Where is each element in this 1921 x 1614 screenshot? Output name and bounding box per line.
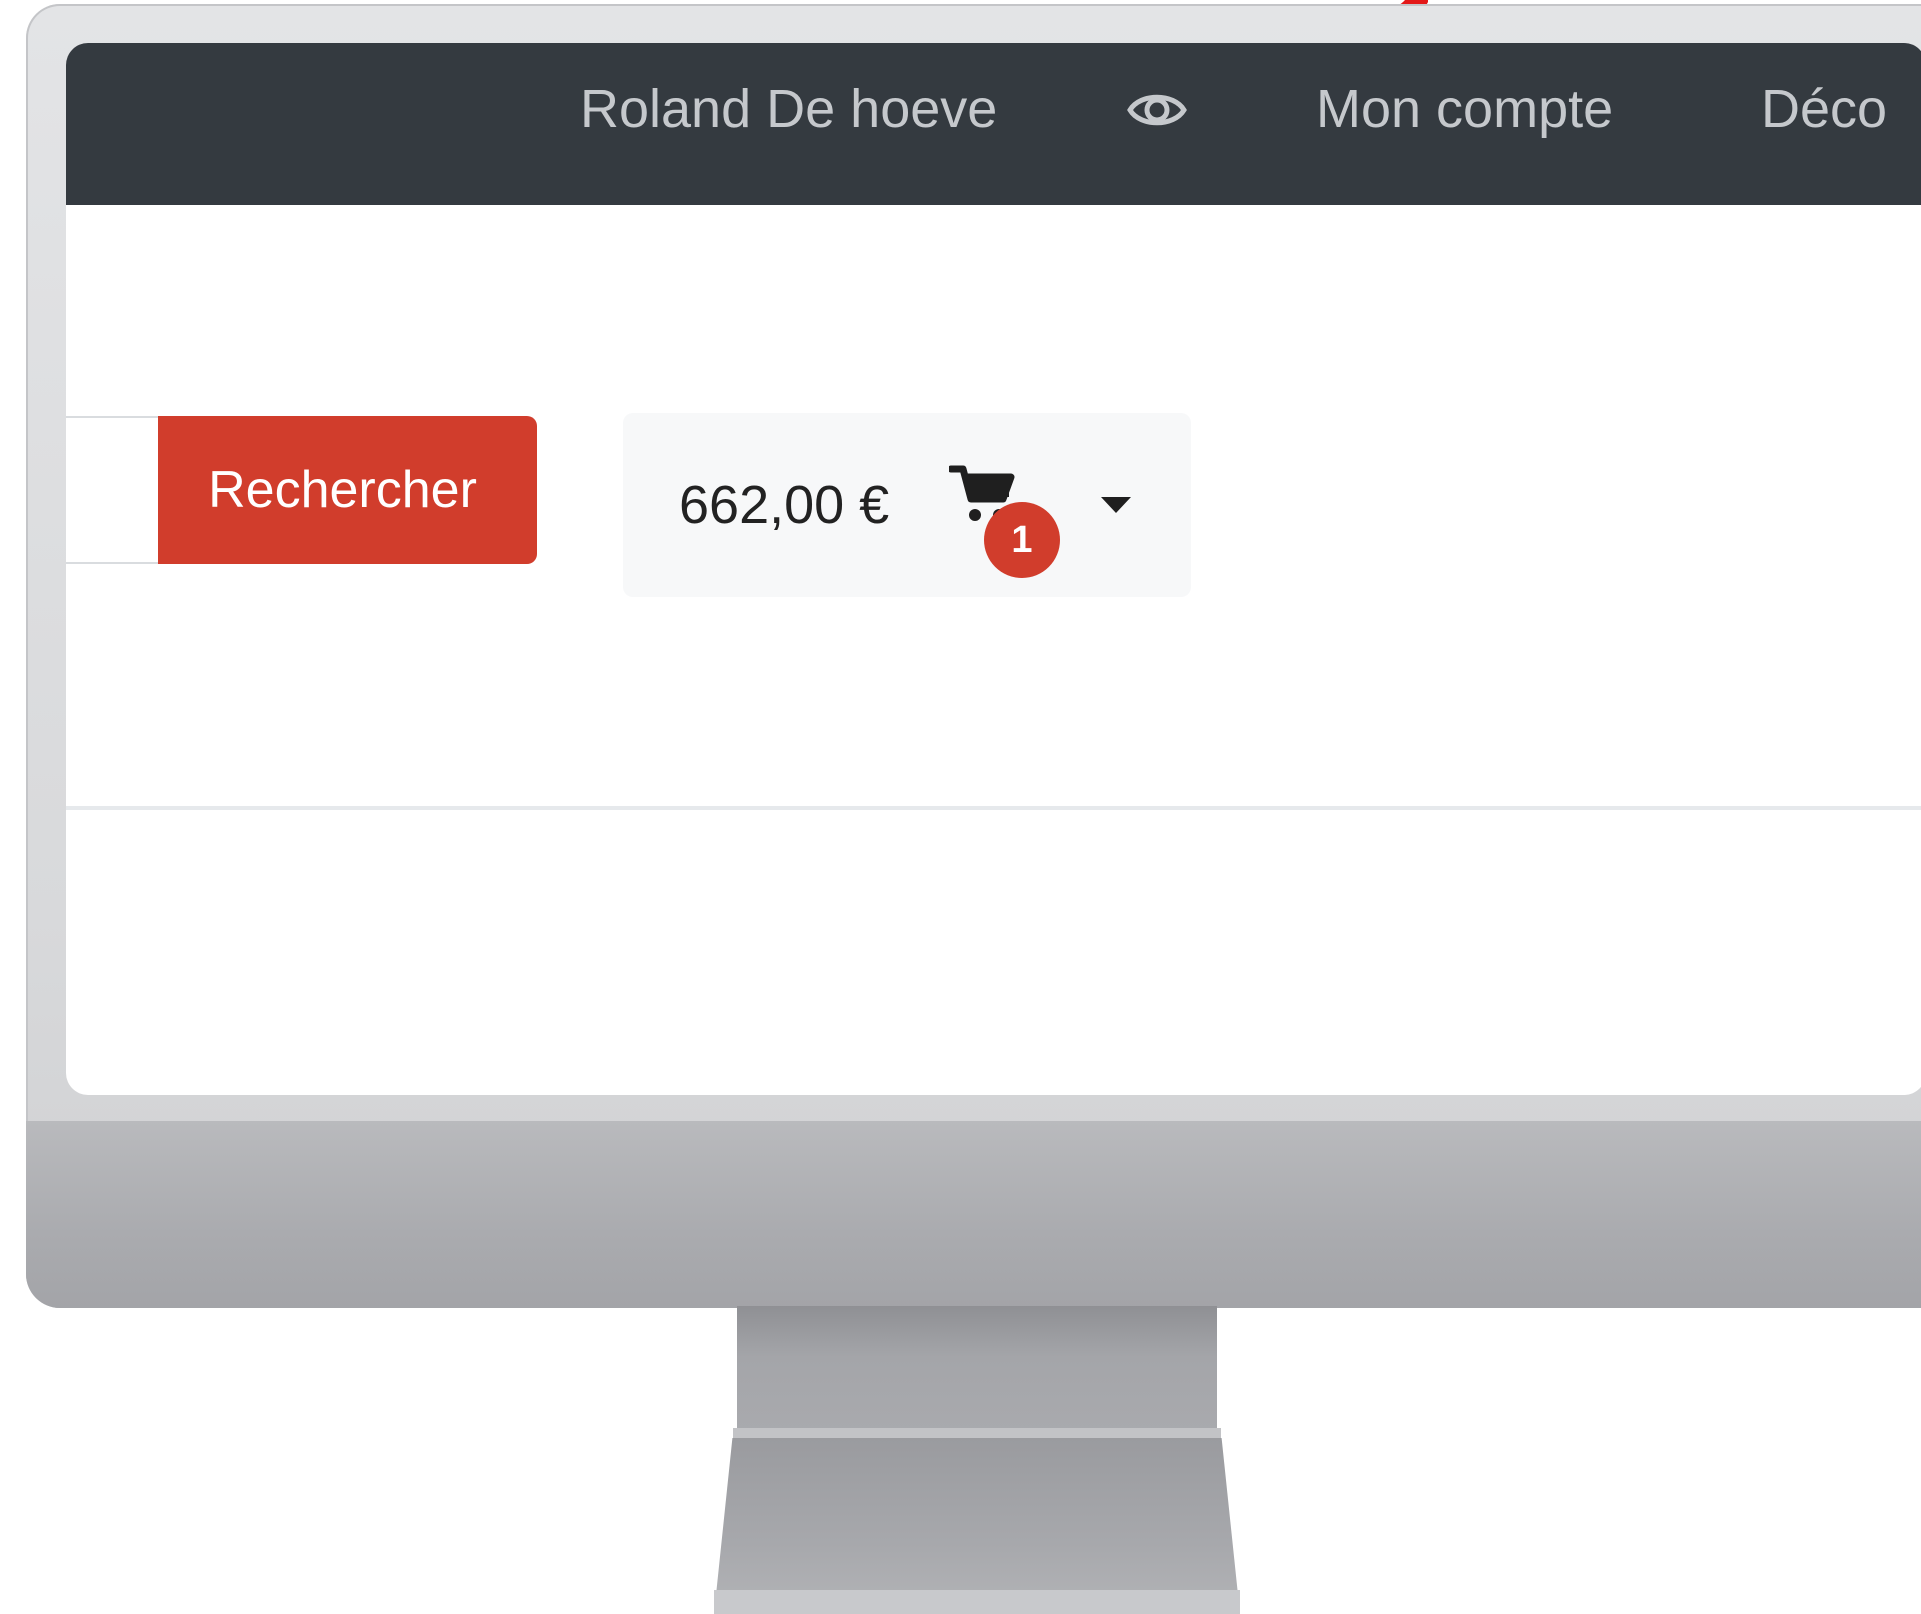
cart-count-badge: 1 bbox=[984, 502, 1060, 578]
screen: Roland De hoeve Mon compte Déco Recherch… bbox=[66, 43, 1921, 1095]
top-navbar: Roland De hoeve Mon compte Déco bbox=[66, 43, 1921, 205]
content-divider bbox=[66, 806, 1921, 810]
eye-icon[interactable] bbox=[1126, 79, 1188, 141]
account-link[interactable]: Mon compte bbox=[1316, 43, 1613, 205]
monitor-stand-joint bbox=[733, 1428, 1221, 1438]
cart-total: 662,00 € bbox=[679, 475, 890, 535]
user-name-link[interactable]: Roland De hoeve bbox=[580, 43, 997, 205]
caret-down-icon[interactable] bbox=[1099, 495, 1133, 515]
monitor-stand-base bbox=[714, 1590, 1240, 1614]
monitor-body: Roland De hoeve Mon compte Déco Recherch… bbox=[26, 4, 1921, 1308]
monitor-chin bbox=[26, 1121, 1921, 1308]
search-input[interactable] bbox=[66, 416, 166, 564]
logout-link[interactable]: Déco bbox=[1761, 43, 1887, 205]
cart-dropdown[interactable]: 662,00 € 1 bbox=[623, 413, 1191, 597]
search-button[interactable]: Rechercher bbox=[158, 416, 537, 564]
monitor-stand-foot bbox=[714, 1438, 1240, 1614]
monitor-stand-neck bbox=[737, 1306, 1217, 1434]
